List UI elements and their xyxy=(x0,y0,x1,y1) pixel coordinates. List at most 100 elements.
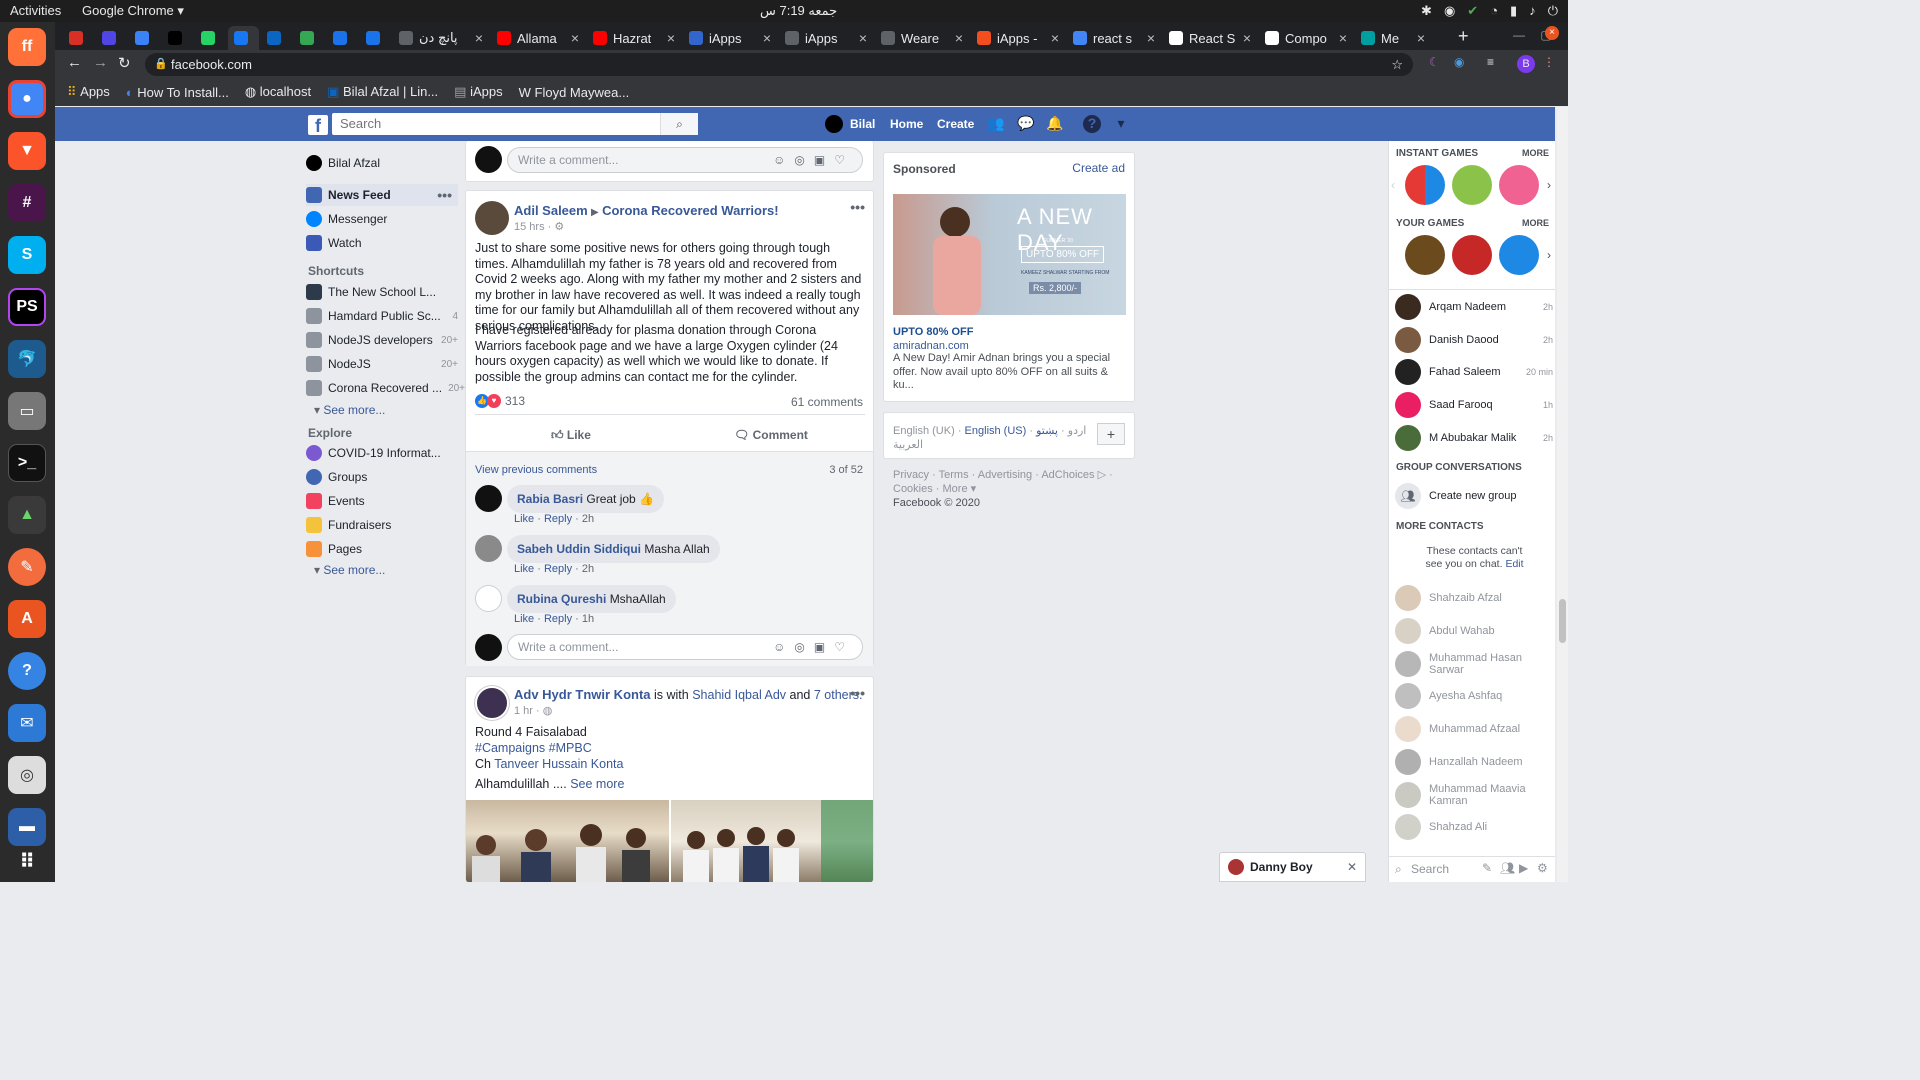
language-english-us-link[interactable]: English (US) xyxy=(965,425,1027,437)
mention-link[interactable]: Tanveer Hussain Konta xyxy=(494,757,623,771)
post-photo[interactable] xyxy=(466,800,669,882)
see-more-link[interactable]: See more xyxy=(570,777,624,791)
browser-tab[interactable]: react s × xyxy=(1067,26,1161,50)
browser-tab[interactable] xyxy=(228,26,259,50)
language-english-uk-link[interactable]: English (UK) xyxy=(893,425,955,437)
avatar[interactable] xyxy=(475,535,502,562)
scrollbar-thumb[interactable] xyxy=(1559,599,1566,643)
see-more-explore-link[interactable]: ▾ See more... xyxy=(314,563,385,577)
post-time[interactable]: 15 hrs · ⚙ xyxy=(514,220,564,233)
brave-icon[interactable]: ▼ xyxy=(8,132,46,170)
slack-icon[interactable]: # xyxy=(8,184,46,222)
chat-contact[interactable]: Shahzad Ali xyxy=(1395,813,1553,841)
check-tray-icon[interactable]: ✔ xyxy=(1467,3,1478,19)
comment-like-link[interactable]: Like xyxy=(514,613,534,625)
avatar[interactable] xyxy=(825,115,843,133)
add-language-button[interactable]: + xyxy=(1097,423,1125,445)
comment-reply-link[interactable]: Reply xyxy=(544,613,572,625)
window-close-icon[interactable]: × xyxy=(1545,26,1559,40)
shortcut-item[interactable]: NodeJS 20+ xyxy=(306,353,458,375)
game-icon[interactable] xyxy=(1499,235,1539,275)
chrome-icon[interactable]: ● xyxy=(8,80,46,118)
tab-close-icon[interactable]: × xyxy=(1339,30,1347,46)
tab-close-icon[interactable]: × xyxy=(667,30,675,46)
robo3t-icon[interactable]: ▲ xyxy=(8,496,46,534)
slack-tray-icon[interactable]: ✱ xyxy=(1421,3,1432,19)
friend-requests-icon[interactable]: 👥 xyxy=(987,115,1005,133)
help-icon[interactable]: ? xyxy=(1083,115,1101,133)
tagged-person-link[interactable]: Shahid Iqbal Adv xyxy=(692,688,786,702)
chat-contact[interactable]: Muhammad Maavia Kamran xyxy=(1395,781,1553,809)
shortcut-item[interactable]: Hamdard Public Sc... 4 xyxy=(306,305,458,327)
comment-like-link[interactable]: Like xyxy=(514,513,534,525)
phpstorm-icon[interactable]: PS xyxy=(8,288,46,326)
files-icon[interactable]: ▭ xyxy=(8,392,46,430)
browser-tab[interactable]: React S × xyxy=(1163,26,1257,50)
shortcut-item[interactable]: NodeJS developers 20+ xyxy=(306,329,458,351)
browser-tab[interactable]: iApps × xyxy=(683,26,777,50)
chat-contact[interactable]: Muhammad Hasan Sarwar xyxy=(1395,650,1553,678)
browser-tab[interactable] xyxy=(261,26,292,50)
ad-headline-link[interactable]: UPTO 80% OFF xyxy=(893,326,973,338)
comment-reply-link[interactable]: Reply xyxy=(544,513,572,525)
comment-reply-link[interactable]: Reply xyxy=(544,563,572,575)
see-more-shortcuts-link[interactable]: ▾ See more... xyxy=(314,403,385,417)
chat-contact[interactable]: Danish Daood 2h xyxy=(1395,326,1553,354)
chat-contact[interactable]: Arqam Nadeem 2h xyxy=(1395,293,1553,321)
power-icon[interactable]: ⏻ xyxy=(1548,3,1558,19)
thunderbird-icon[interactable]: ✉ xyxy=(8,704,46,742)
browser-tab[interactable]: Hazrat × xyxy=(587,26,681,50)
tab-close-icon[interactable]: × xyxy=(859,30,867,46)
browser-tab[interactable] xyxy=(195,26,226,50)
extension-icon[interactable]: ◉ xyxy=(1454,55,1464,69)
comment-input[interactable]: Write a comment... ☺◎▣♡ xyxy=(507,147,863,173)
shortcut-item[interactable]: The New School L... xyxy=(306,281,458,303)
sidebar-item-pages[interactable]: Pages xyxy=(306,538,458,560)
ad-domain-link[interactable]: amiradnan.com xyxy=(893,340,969,352)
software-center-icon[interactable]: A xyxy=(8,600,46,638)
postman-icon[interactable]: ✎ xyxy=(8,548,46,586)
comment-button[interactable]: 🗨︎ Comment xyxy=(734,428,808,442)
sidebar-item-events[interactable]: Events xyxy=(306,490,458,512)
tab-close-icon[interactable]: × xyxy=(1417,30,1425,46)
browser-tab[interactable]: DEV× xyxy=(162,26,193,50)
chevron-left-icon[interactable]: ‹ xyxy=(1391,178,1395,192)
bookmark-floyd[interactable]: W Floyd Maywea... xyxy=(519,85,630,100)
comment-tools-icons[interactable]: ☺◎▣♡ xyxy=(773,635,854,659)
post-author[interactable]: Adv Hydr Tnwir Konta xyxy=(514,687,651,702)
create-link[interactable]: Create xyxy=(937,117,974,131)
address-bar[interactable]: 🔒 facebook.com ☆ xyxy=(145,53,1413,76)
bookmark-how-to-install[interactable]: ◐ How To Install... xyxy=(126,85,229,100)
chat-contact[interactable]: M Abubakar Malik 2h xyxy=(1395,424,1553,452)
activities-button[interactable]: Activities xyxy=(10,3,61,18)
sidebar-item-fundraisers[interactable]: Fundraisers xyxy=(306,514,458,536)
comment-like-link[interactable]: Like xyxy=(514,563,534,575)
video-call-icon[interactable]: ▶ xyxy=(1519,861,1528,875)
language-urdu-link[interactable]: اردو xyxy=(1068,425,1087,437)
bookmark-iapps[interactable]: ▤ iApps xyxy=(454,84,502,100)
language-arabic-link[interactable]: العربية xyxy=(893,438,923,451)
facebook-logo-icon[interactable]: f xyxy=(308,115,328,136)
tab-close-icon[interactable]: × xyxy=(1051,30,1059,46)
sidebar-item-covid[interactable]: COVID-19 Informat... xyxy=(306,442,458,464)
create-ad-link[interactable]: Create ad xyxy=(1072,161,1125,175)
game-icon[interactable] xyxy=(1452,165,1492,205)
screen-icon[interactable]: ▬ xyxy=(8,808,46,846)
close-icon[interactable]: ✕ xyxy=(1347,860,1357,874)
firefox-icon[interactable]: ff xyxy=(8,28,46,66)
browser-tab[interactable] xyxy=(327,26,358,50)
instant-games-more-link[interactable]: MORE xyxy=(1522,148,1549,158)
chat-tab[interactable]: Danny Boy ✕ xyxy=(1219,852,1366,882)
page-scrollbar[interactable] xyxy=(1557,107,1568,882)
terminal-icon[interactable]: >_ xyxy=(8,444,46,482)
obs-tray-icon[interactable]: ◉ xyxy=(1444,3,1455,19)
game-icon[interactable] xyxy=(1405,165,1445,205)
new-tab-icon[interactable]: + xyxy=(1458,26,1469,47)
notifications-bell-icon[interactable]: 🔔 xyxy=(1046,115,1064,133)
menu-icon[interactable]: ⋮ xyxy=(1543,55,1555,69)
shortcut-item[interactable]: Corona Recovered ... 20+ xyxy=(306,377,465,399)
bookmark-apps[interactable]: ⠿ Apps xyxy=(67,84,110,100)
browser-tab[interactable]: iApps × xyxy=(779,26,873,50)
edit-link[interactable]: Edit xyxy=(1505,558,1523,570)
avatar[interactable] xyxy=(475,201,509,235)
